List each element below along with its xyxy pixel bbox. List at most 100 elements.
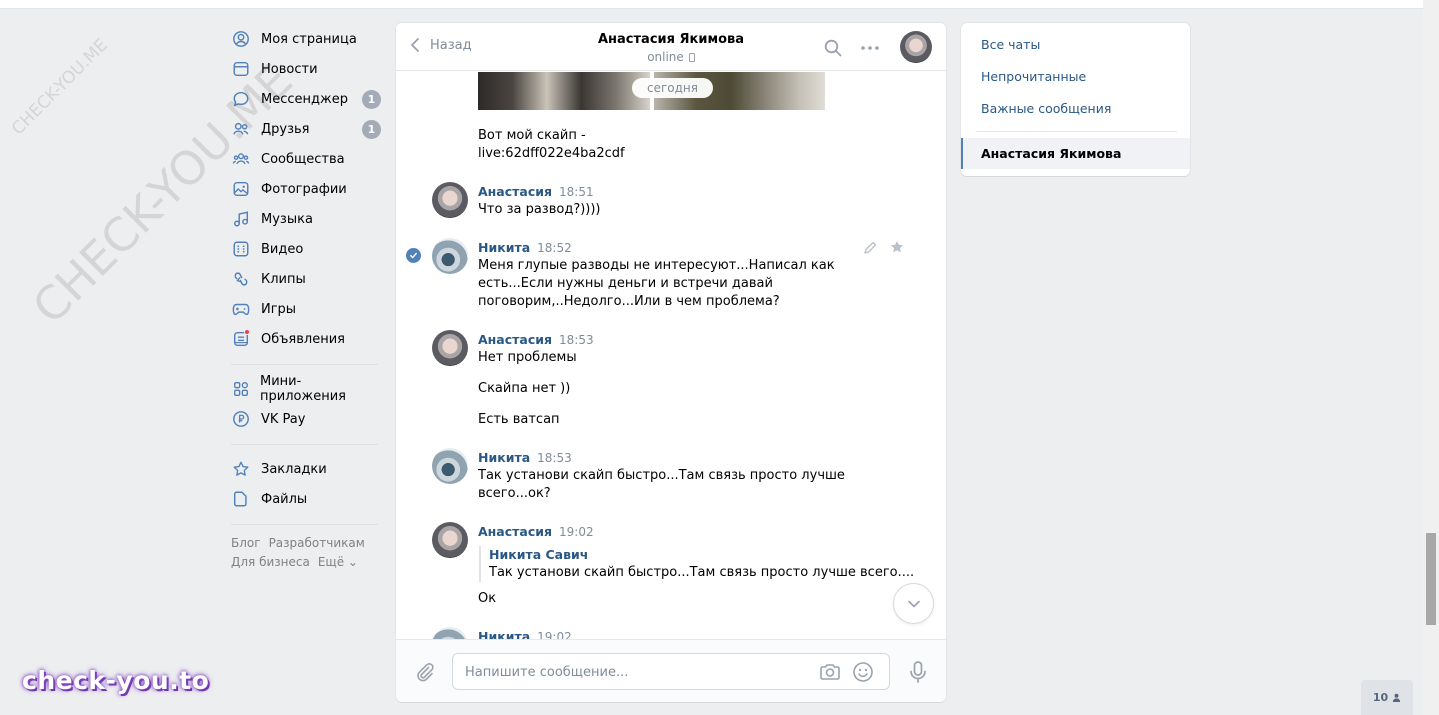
message-history[interactable]: сегодня Вот мой скайп - live:62dff022e4b… xyxy=(396,72,946,639)
nav-label: Объявления xyxy=(261,331,345,347)
nav-label: Файлы xyxy=(261,491,308,507)
nav-item-communities[interactable]: Сообщества xyxy=(231,144,381,174)
author-name: Никита xyxy=(478,629,531,639)
message-text: Что за развод?)))) xyxy=(478,202,601,217)
message-text: Так установи скайп быстро...Там связь пр… xyxy=(478,467,845,503)
footer-links: Блог Разработчикам Для бизнеса Ещё ⌄ xyxy=(231,534,381,572)
avatar[interactable] xyxy=(432,522,468,558)
nav-item-messenger[interactable]: Мессенджер 1 xyxy=(231,84,381,114)
peer-status-text: online xyxy=(647,50,684,64)
filter-important[interactable]: Важные сообщения xyxy=(981,101,1111,116)
search-icon[interactable] xyxy=(824,39,842,57)
more-icon[interactable] xyxy=(860,39,880,57)
attached-photo[interactable] xyxy=(478,72,650,110)
star-important-icon[interactable] xyxy=(890,240,904,254)
message-author[interactable]: Никита 18:52 xyxy=(478,240,572,255)
nav-item-video[interactable]: Видео xyxy=(231,234,381,264)
messenger-badge: 1 xyxy=(362,90,381,109)
nav-label: VK Pay xyxy=(261,411,306,427)
read-check-icon[interactable] xyxy=(406,248,421,263)
message-author[interactable]: Никита 19:02 xyxy=(478,629,572,639)
message-text: Нет проблемы xyxy=(478,350,577,365)
nav-item-ads[interactable]: Объявления xyxy=(231,324,381,354)
message-input[interactable] xyxy=(465,662,805,682)
message-time: 19:02 xyxy=(537,630,572,639)
nav-item-news[interactable]: Новости xyxy=(231,54,381,84)
edit-pencil-icon[interactable] xyxy=(863,241,877,255)
nav-item-music[interactable]: Музыка xyxy=(231,204,381,234)
author-name: Никита xyxy=(478,450,531,465)
active-conversation[interactable]: Анастасия Якимова xyxy=(961,138,1190,169)
reply-text: Так установи скайп быстро...Там связь пр… xyxy=(489,565,915,580)
nav-label: Сообщества xyxy=(261,151,345,167)
nav-label: Видео xyxy=(261,241,304,257)
avatar[interactable] xyxy=(432,448,468,484)
nav-item-files[interactable]: Файлы xyxy=(231,484,381,514)
nav-label: Игры xyxy=(261,301,297,317)
message-author[interactable]: Анастасия 18:53 xyxy=(478,332,594,347)
author-name: Никита xyxy=(478,240,531,255)
online-counter[interactable]: 10 xyxy=(1361,680,1413,715)
file-icon xyxy=(231,489,251,509)
nav-item-photos[interactable]: Фотографии xyxy=(231,174,381,204)
panel-divider xyxy=(976,131,1177,132)
nav-item-friends[interactable]: Друзья 1 xyxy=(231,114,381,144)
chat-panel: Назад Анастасия Якимова online сегодня В… xyxy=(396,23,946,702)
message-text: Меня глупые разводы не интересуют...Напи… xyxy=(478,257,835,311)
mobile-phone-icon xyxy=(688,53,695,62)
music-note-icon xyxy=(231,209,251,229)
forwarded-reply[interactable]: Никита Савич Так установи скайп быстро..… xyxy=(479,546,914,582)
friends-icon xyxy=(231,119,251,139)
avatar[interactable] xyxy=(432,330,468,366)
nav-item-my-page[interactable]: Моя страница xyxy=(231,24,381,54)
message-author[interactable]: Никита 18:53 xyxy=(478,450,572,465)
emoji-smile-icon[interactable] xyxy=(852,661,874,683)
nav-item-games[interactable]: Игры xyxy=(231,294,381,324)
brand-watermark: check-you.to xyxy=(22,666,210,695)
message-author[interactable]: Анастасия 19:02 xyxy=(478,524,594,539)
nav-divider xyxy=(231,444,378,445)
footer-link-blog[interactable]: Блог xyxy=(231,536,261,550)
filter-all-chats[interactable]: Все чаты xyxy=(981,37,1040,52)
nav-item-vk-pay[interactable]: VK Pay xyxy=(231,404,381,434)
message-time: 18:53 xyxy=(537,451,572,465)
nav-item-mini-apps[interactable]: Мини-приложения xyxy=(231,374,381,404)
scrollbar-thumb[interactable] xyxy=(1426,533,1436,625)
nav-item-clips[interactable]: Клипы xyxy=(231,264,381,294)
nav-label: Клипы xyxy=(261,271,306,287)
page-scrollbar[interactable] xyxy=(1423,0,1439,715)
vkpay-icon xyxy=(231,409,251,429)
reply-author[interactable]: Никита Савич xyxy=(489,546,914,564)
message-input-box xyxy=(452,653,890,690)
clips-icon xyxy=(231,269,251,289)
peer-avatar[interactable] xyxy=(900,31,932,63)
watermark-small: CHECK-YOU.ME xyxy=(8,35,112,140)
footer-link-more[interactable]: Ещё ⌄ xyxy=(318,555,358,569)
camera-icon[interactable] xyxy=(819,662,841,682)
notification-dot xyxy=(244,329,250,335)
avatar[interactable] xyxy=(432,627,468,639)
microphone-icon[interactable] xyxy=(908,660,928,684)
paperclip-icon[interactable] xyxy=(414,661,436,683)
chat-bubble-icon xyxy=(231,89,251,109)
message-time: 18:51 xyxy=(559,185,594,199)
chat-filters-panel: Все чаты Непрочитанные Важные сообщения … xyxy=(961,23,1190,176)
message-text: Скайпа нет )) xyxy=(478,381,571,396)
message-text: Ок xyxy=(478,591,497,606)
nav-label: Закладки xyxy=(261,461,327,477)
photo-icon xyxy=(231,179,251,199)
avatar[interactable] xyxy=(432,238,468,274)
active-conversation-label: Анастасия Якимова xyxy=(981,146,1122,161)
nav-label: Фотографии xyxy=(261,181,347,197)
person-icon xyxy=(1393,693,1401,702)
footer-link-business[interactable]: Для бизнеса xyxy=(231,555,310,569)
message-author[interactable]: Анастасия 18:51 xyxy=(478,184,594,199)
filter-unread[interactable]: Непрочитанные xyxy=(981,69,1086,84)
nav-item-bookmarks[interactable]: Закладки xyxy=(231,454,381,484)
chevron-down-icon xyxy=(907,600,920,607)
apps-grid-icon xyxy=(231,379,250,399)
message-text: Есть ватсап xyxy=(478,412,560,427)
scroll-down-button[interactable] xyxy=(893,583,934,624)
footer-link-developers[interactable]: Разработчикам xyxy=(269,536,365,550)
avatar[interactable] xyxy=(432,182,468,218)
